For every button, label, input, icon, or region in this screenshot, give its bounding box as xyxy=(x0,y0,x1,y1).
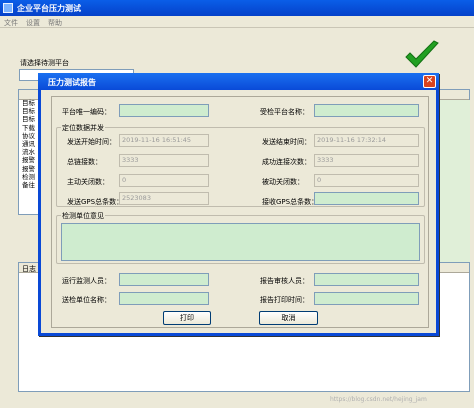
platform-name-label: 受检平台名称： xyxy=(260,108,309,116)
list-item[interactable]: 报警 xyxy=(22,165,35,173)
positioning-group-label: 定位数据并发 xyxy=(61,123,105,133)
opinion-textarea[interactable] xyxy=(61,223,420,261)
gps-recv-field[interactable] xyxy=(314,192,419,205)
menu-bar: 文件 设置 帮助 xyxy=(0,16,474,28)
passive-close-label: 被动关闭数： xyxy=(262,178,304,186)
send-end-label: 发送结束时间： xyxy=(262,138,311,146)
main-title-bar: 企业平台压力测试 xyxy=(0,0,474,16)
list-item[interactable]: 协议 xyxy=(22,132,35,140)
submitter-label: 送检单位名称： xyxy=(62,296,111,304)
operator-label: 运行监测人员： xyxy=(62,277,111,285)
platform-name-field[interactable] xyxy=(314,104,419,117)
menu-settings[interactable]: 设置 xyxy=(26,18,40,28)
menu-help[interactable]: 帮助 xyxy=(48,18,62,28)
list-item[interactable]: 目标 xyxy=(22,99,35,107)
list-item[interactable]: 下载 xyxy=(22,124,35,132)
watermark: https://blog.csdn.net/hejing_jam xyxy=(330,396,427,403)
close-icon[interactable]: ✕ xyxy=(423,75,436,88)
active-close-field: 0 xyxy=(119,174,209,187)
reviewer-label: 报告审核人员： xyxy=(260,277,309,285)
success-links-field: 3333 xyxy=(314,154,419,167)
total-links-field: 3333 xyxy=(119,154,209,167)
list-item[interactable]: 检测 xyxy=(22,173,35,181)
stress-test-report-dialog: 压力测试报告 ✕ 平台唯一编码： 受检平台名称： 定位数据并发 发送开始时间： … xyxy=(38,73,439,336)
print-button[interactable]: 打印 xyxy=(163,311,211,325)
cancel-button[interactable]: 取消 xyxy=(259,311,318,325)
active-close-label: 主动关闭数： xyxy=(67,178,109,186)
platform-code-field[interactable] xyxy=(119,104,209,117)
check-icon xyxy=(405,40,439,68)
target-list: 目标 目标 目标 下载 协议 通讯 流水 报警 报警 检测 备往 xyxy=(22,99,35,189)
list-item[interactable]: 目标 xyxy=(22,115,35,123)
print-time-label: 报告打印时间： xyxy=(260,296,309,304)
send-start-label: 发送开始时间： xyxy=(67,138,116,146)
passive-close-field: 0 xyxy=(314,174,419,187)
dialog-body: 平台唯一编码： 受检平台名称： 定位数据并发 发送开始时间： 2019-11-1… xyxy=(51,96,429,328)
gps-sent-label: 发送GPS总条数： xyxy=(67,198,124,206)
list-item[interactable]: 备往 xyxy=(22,181,35,189)
total-links-label: 总链接数： xyxy=(67,158,102,166)
success-links-label: 成功连接次数： xyxy=(262,158,311,166)
submitter-field[interactable] xyxy=(119,292,209,305)
gps-recv-label: 接收GPS总条数： xyxy=(262,198,319,206)
log-header-label: 日志 xyxy=(22,265,36,273)
operator-field[interactable] xyxy=(119,273,209,286)
print-time-field[interactable] xyxy=(314,292,419,305)
send-end-field: 2019-11-16 17:32:14 xyxy=(314,134,419,147)
send-start-field: 2019-11-16 16:51:45 xyxy=(119,134,209,147)
opinion-group-label: 检测单位意见 xyxy=(61,211,105,221)
dialog-title-bar: 压力测试报告 ✕ xyxy=(38,73,439,90)
menu-file[interactable]: 文件 xyxy=(4,18,18,28)
platform-select-label: 请选择待测平台 xyxy=(20,59,69,67)
gps-sent-field: 2523083 xyxy=(119,192,209,205)
opinion-group: 检测单位意见 xyxy=(56,211,425,264)
positioning-group: 定位数据并发 发送开始时间： 2019-11-16 16:51:45 发送结束时… xyxy=(56,123,425,207)
dialog-title: 压力测试报告 xyxy=(48,78,96,87)
app-icon xyxy=(3,3,13,13)
list-item[interactable]: 通讯 xyxy=(22,140,35,148)
reviewer-field[interactable] xyxy=(314,273,419,286)
platform-code-label: 平台唯一编码： xyxy=(62,108,111,116)
list-item[interactable]: 报警 xyxy=(22,156,35,164)
main-window-title: 企业平台压力测试 xyxy=(17,4,81,13)
